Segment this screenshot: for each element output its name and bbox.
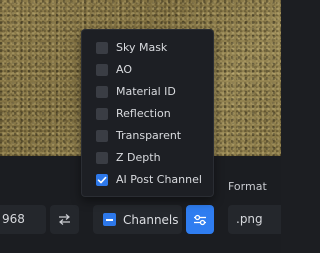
channel-dropdown-menu: Sky Mask AO Material ID Reflection Trans… [81,29,214,197]
reflection-checkbox[interactable] [96,108,108,120]
ao-checkbox[interactable] [96,64,108,76]
format-select[interactable]: .png [228,205,281,234]
swap-dimensions-button[interactable] [50,205,79,234]
menu-item-reflection[interactable]: Reflection [82,103,213,125]
menu-item-z-depth[interactable]: Z Depth [82,147,213,169]
channel-settings-button[interactable] [186,205,214,234]
menu-item-ai-post-channel[interactable]: AI Post Channel [82,169,213,191]
resolution-input[interactable]: 968 [0,205,46,234]
sky-mask-checkbox[interactable] [96,42,108,54]
swap-arrows-icon [59,214,70,225]
menu-item-sky-mask[interactable]: Sky Mask [82,37,213,59]
channels-label: Channels [123,212,179,227]
menu-item-label: AI Post Channel [116,173,202,186]
checkmark-icon [97,176,107,184]
menu-item-transparent[interactable]: Transparent [82,125,213,147]
z-depth-checkbox[interactable] [96,152,108,164]
menu-item-label: Z Depth [116,151,161,164]
menu-item-label: Material ID [116,85,176,98]
menu-item-ao[interactable]: AO [82,59,213,81]
menu-item-label: Sky Mask [116,41,168,54]
transparent-checkbox[interactable] [96,130,108,142]
menu-item-label: Reflection [116,107,171,120]
menu-item-label: Transparent [116,129,182,142]
menu-item-material-id[interactable]: Material ID [82,81,213,103]
ai-post-channel-checkbox[interactable] [96,174,108,186]
format-label: Format [228,180,267,193]
menu-item-label: AO [116,63,132,76]
sliders-icon [194,214,206,225]
material-id-checkbox[interactable] [96,86,108,98]
channels-toggle-button[interactable]: Channels [93,205,182,234]
channels-partial-checkbox[interactable] [103,213,116,226]
